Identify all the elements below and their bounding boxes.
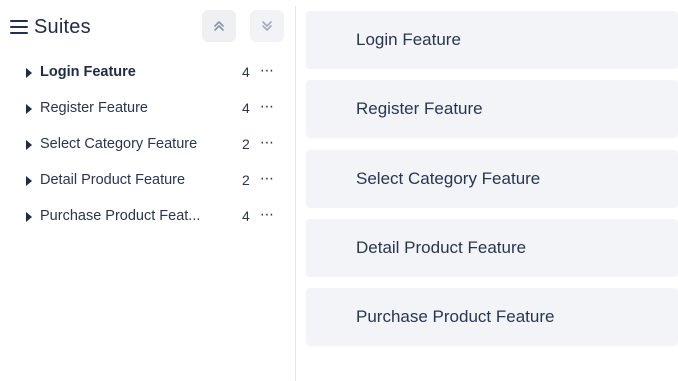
section-title: Login Feature bbox=[356, 30, 461, 49]
suite-name: Purchase Product Feat... bbox=[40, 208, 201, 224]
caret-right-icon[interactable] bbox=[26, 104, 32, 114]
more-options-icon[interactable]: ⋯ bbox=[260, 98, 274, 115]
sidebar-header: Suites bbox=[10, 12, 290, 42]
section-title: Detail Product Feature bbox=[356, 238, 527, 257]
section-title: Select Category Feature bbox=[356, 169, 541, 188]
expand-all-button[interactable] bbox=[202, 10, 236, 42]
section-title: Register Feature bbox=[356, 99, 483, 118]
section-title: Purchase Product Feature bbox=[356, 307, 555, 326]
suite-count: 2 bbox=[242, 172, 250, 188]
menu-icon[interactable] bbox=[10, 20, 28, 34]
caret-right-icon[interactable] bbox=[26, 68, 32, 78]
app-root: Suites Login Feature 4 ⋯ Register Featur… bbox=[0, 0, 678, 381]
suite-count: 4 bbox=[242, 208, 250, 224]
more-options-icon[interactable]: ⋯ bbox=[260, 206, 274, 223]
more-options-icon[interactable]: ⋯ bbox=[260, 134, 274, 151]
suite-item-select-category[interactable]: Select Category Feature 2 ⋯ bbox=[0, 132, 290, 158]
section-register[interactable]: Register Feature bbox=[306, 80, 678, 138]
suite-name: Register Feature bbox=[40, 100, 148, 116]
section-select-category[interactable]: Select Category Feature bbox=[306, 150, 678, 208]
caret-right-icon[interactable] bbox=[26, 140, 32, 150]
caret-right-icon[interactable] bbox=[26, 176, 32, 186]
suite-name: Detail Product Feature bbox=[40, 172, 186, 188]
suite-count: 2 bbox=[242, 136, 250, 152]
suite-count: 4 bbox=[242, 64, 250, 80]
section-detail-product[interactable]: Detail Product Feature bbox=[306, 219, 678, 277]
chevrons-up-icon bbox=[214, 21, 224, 31]
suite-item-detail-product[interactable]: Detail Product Feature 2 ⋯ bbox=[0, 168, 290, 194]
section-purchase-product[interactable]: Purchase Product Feature bbox=[306, 288, 678, 346]
suite-item-login[interactable]: Login Feature 4 ⋯ bbox=[0, 60, 290, 86]
more-options-icon[interactable]: ⋯ bbox=[260, 170, 274, 187]
suite-count: 4 bbox=[242, 100, 250, 116]
collapse-all-button[interactable] bbox=[250, 10, 284, 42]
suite-item-purchase-product[interactable]: Purchase Product Feat... 4 ⋯ bbox=[0, 204, 290, 230]
more-options-icon[interactable]: ⋯ bbox=[260, 62, 274, 79]
suite-name: Select Category Feature bbox=[40, 136, 198, 152]
suites-sidebar: Suites Login Feature 4 ⋯ Register Featur… bbox=[0, 0, 296, 381]
sidebar-divider[interactable] bbox=[295, 6, 296, 381]
section-login[interactable]: Login Feature bbox=[306, 11, 678, 69]
suite-sections: Login Feature Register Feature Select Ca… bbox=[306, 0, 678, 381]
caret-right-icon[interactable] bbox=[26, 212, 32, 222]
suite-name: Login Feature bbox=[40, 64, 136, 80]
chevrons-down-icon bbox=[262, 21, 272, 31]
suite-item-register[interactable]: Register Feature 4 ⋯ bbox=[0, 96, 290, 122]
sidebar-title: Suites bbox=[34, 15, 91, 38]
